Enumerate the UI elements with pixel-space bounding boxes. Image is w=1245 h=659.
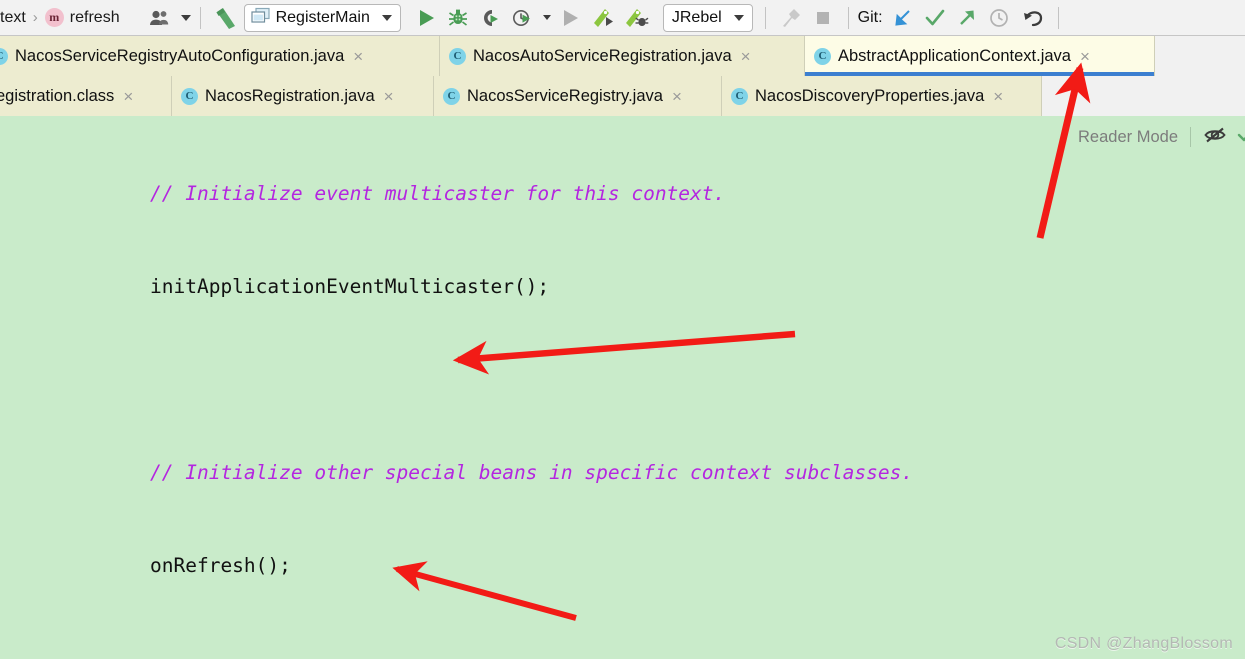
editor-tab[interactable]: C NacosDiscoveryProperties.java × xyxy=(722,76,1042,116)
method-badge-icon: m xyxy=(44,8,64,27)
jrebel-debug-icon[interactable] xyxy=(624,5,650,31)
git-rollback-icon[interactable] xyxy=(1021,5,1047,31)
breadcrumb[interactable]: text › m refresh xyxy=(0,0,120,36)
main-toolbar: text › m refresh RegisterMain JRebel Git… xyxy=(0,0,1245,36)
code-line[interactable] xyxy=(0,364,1245,395)
run-configuration-dropdown-icon[interactable] xyxy=(381,14,392,21)
code-line[interactable]: // Initialize other special beans in spe… xyxy=(0,457,1245,488)
java-class-icon: C xyxy=(449,47,466,65)
code-comment: // Initialize other special beans in spe… xyxy=(150,461,914,484)
back-arrow-icon[interactable] xyxy=(213,5,239,31)
jrebel-selector[interactable]: JRebel xyxy=(662,3,753,32)
profiler-icon[interactable] xyxy=(509,5,535,31)
editor-tab[interactable]: egistration.class × xyxy=(0,76,172,116)
breadcrumb-method[interactable]: refresh xyxy=(70,9,120,27)
java-class-icon: C xyxy=(731,87,748,105)
code-line[interactable]: initApplicationEventMulticaster(); xyxy=(0,271,1245,302)
code-comment: // Initialize event multicaster for this… xyxy=(150,182,726,205)
code-text: onRefresh(); xyxy=(150,554,291,577)
git-push-icon[interactable] xyxy=(954,5,980,31)
breadcrumb-class[interactable]: text xyxy=(0,9,26,27)
close-icon[interactable]: × xyxy=(384,88,394,105)
watermark: CSDN @ZhangBlossom xyxy=(1054,635,1233,652)
run-with-coverage-icon[interactable] xyxy=(477,5,503,31)
toolbar-divider-2 xyxy=(764,6,766,29)
toolbar-divider-4 xyxy=(1057,6,1059,29)
editor-tab-label[interactable]: NacosRegistration.java xyxy=(205,87,375,106)
build-icon[interactable] xyxy=(778,5,804,31)
people-dropdown-icon[interactable] xyxy=(180,14,191,21)
editor-tab-label[interactable]: AbstractApplicationContext.java xyxy=(838,47,1071,66)
toolbar-divider xyxy=(199,6,201,29)
code-line[interactable]: onRefresh(); xyxy=(0,550,1245,581)
jrebel-label[interactable]: JRebel xyxy=(672,9,722,27)
editor-tab[interactable]: C NacosAutoServiceRegistration.java × xyxy=(440,36,805,76)
people-icon[interactable] xyxy=(147,5,173,31)
java-class-icon: C xyxy=(814,47,831,65)
rerun-icon[interactable] xyxy=(557,5,583,31)
debug-icon[interactable] xyxy=(445,5,471,31)
run-icon[interactable] xyxy=(413,5,439,31)
editor-tab-row-2: egistration.class × C NacosRegistration.… xyxy=(0,76,1245,116)
editor-tab-label[interactable]: NacosServiceRegistry.java xyxy=(467,87,663,106)
jrebel-dropdown-icon[interactable] xyxy=(733,14,744,21)
java-class-icon: C xyxy=(0,47,8,65)
source-code[interactable]: // Initialize event multicaster for this… xyxy=(0,116,1245,659)
run-configuration-label[interactable]: RegisterMain xyxy=(276,9,370,27)
close-icon[interactable]: × xyxy=(353,48,363,65)
close-icon[interactable]: × xyxy=(672,88,682,105)
editor-tab-label[interactable]: NacosAutoServiceRegistration.java xyxy=(473,47,732,66)
git-label: Git: xyxy=(857,8,883,26)
editor-tab[interactable]: C NacosRegistration.java × xyxy=(172,76,434,116)
ide-window: text › m refresh RegisterMain JRebel Git… xyxy=(0,0,1245,659)
people-button[interactable] xyxy=(144,0,191,36)
editor-tab-label[interactable]: egistration.class xyxy=(0,87,114,106)
editor-tab-label[interactable]: NacosDiscoveryProperties.java xyxy=(755,87,984,106)
code-line[interactable]: // Initialize event multicaster for this… xyxy=(0,178,1245,209)
close-icon[interactable]: × xyxy=(741,48,751,65)
git-history-icon[interactable] xyxy=(986,5,1012,31)
profiler-button[interactable] xyxy=(506,0,551,36)
profiler-dropdown-icon[interactable] xyxy=(542,15,551,20)
code-editor[interactable]: Reader Mode // Initialize event multicas… xyxy=(0,116,1245,659)
stop-icon[interactable] xyxy=(810,5,836,31)
git-update-project-icon[interactable] xyxy=(890,5,916,31)
java-class-icon: C xyxy=(181,87,198,105)
close-icon[interactable]: × xyxy=(1080,48,1090,65)
java-class-icon: C xyxy=(443,87,460,105)
jrebel-run-icon[interactable] xyxy=(592,5,618,31)
editor-tab[interactable]: C NacosServiceRegistry.java × xyxy=(434,76,722,116)
code-text: initApplicationEventMulticaster(); xyxy=(150,275,550,298)
close-icon[interactable]: × xyxy=(123,88,133,105)
editor-tab-active[interactable]: C AbstractApplicationContext.java × xyxy=(805,36,1155,76)
run-configuration-selector[interactable]: RegisterMain xyxy=(243,3,401,32)
application-icon xyxy=(250,7,270,29)
git-commit-icon[interactable] xyxy=(922,5,948,31)
editor-tab-label[interactable]: NacosServiceRegistryAutoConfiguration.ja… xyxy=(15,47,344,66)
editor-tab[interactable]: C NacosServiceRegistryAutoConfiguration.… xyxy=(0,36,440,76)
editor-tab-row-1: C NacosServiceRegistryAutoConfiguration.… xyxy=(0,36,1245,76)
close-icon[interactable]: × xyxy=(993,88,1003,105)
toolbar-divider-3 xyxy=(847,6,849,29)
breadcrumb-separator-icon: › xyxy=(32,9,38,26)
